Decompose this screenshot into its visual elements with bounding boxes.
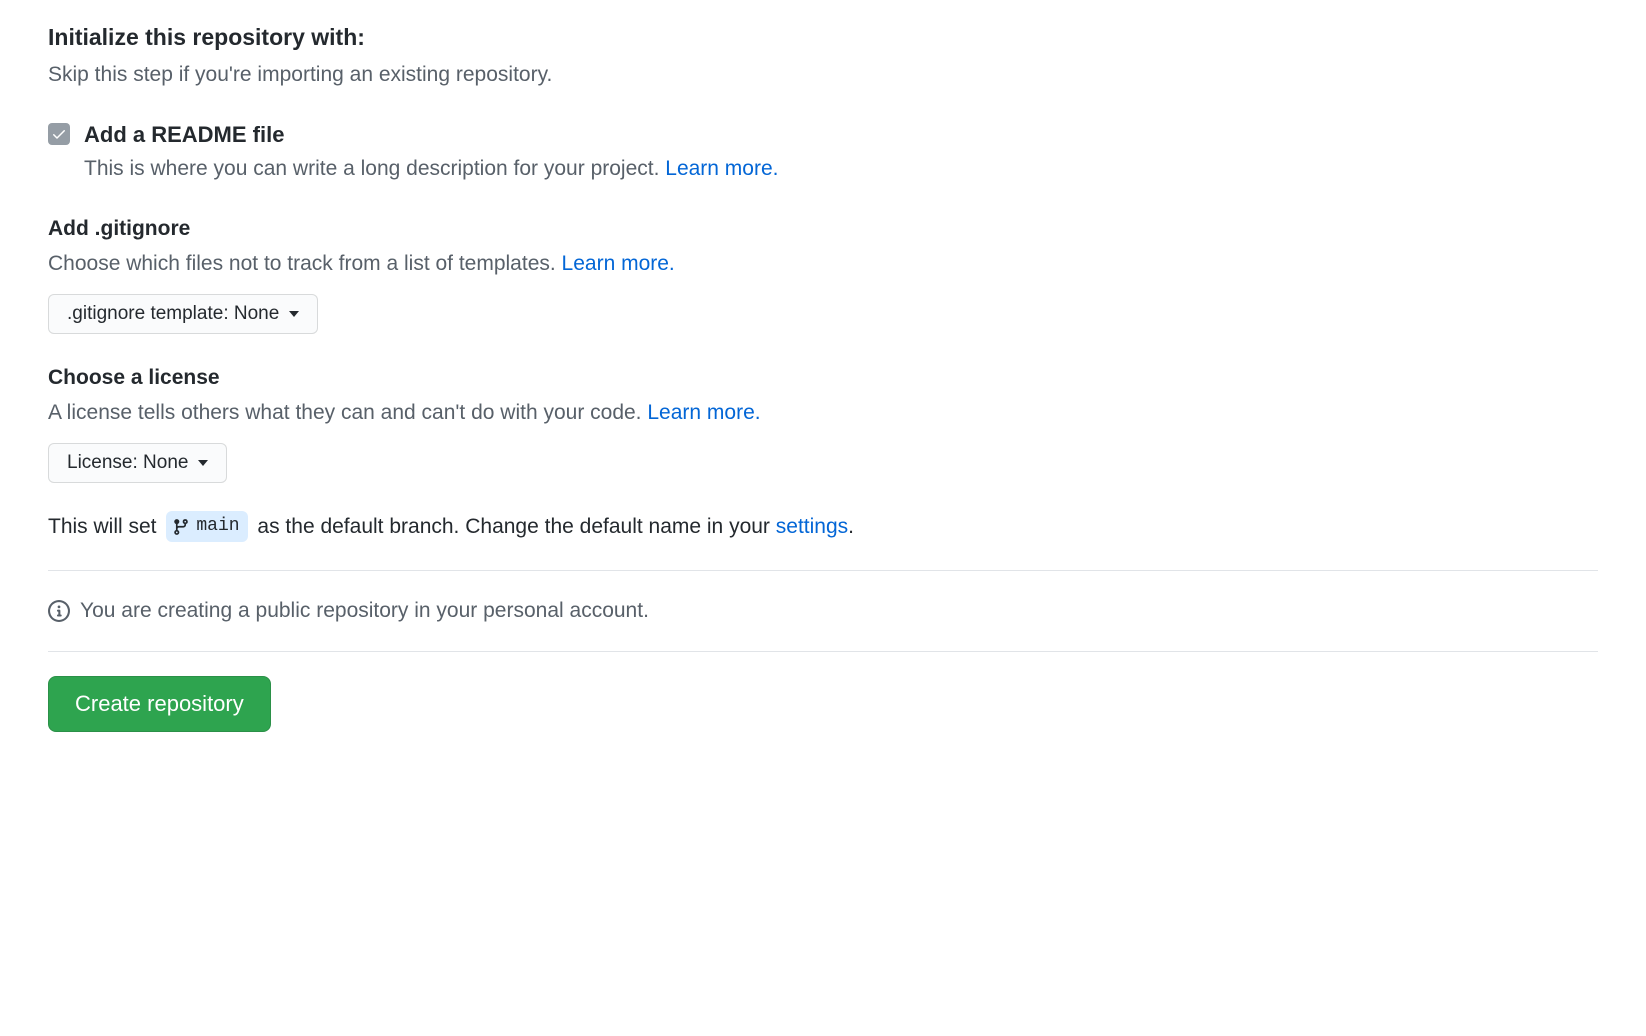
branch-name: main	[196, 513, 239, 540]
license-learn-more-link[interactable]: Learn more.	[647, 401, 760, 424]
readme-checkbox[interactable]	[48, 123, 70, 145]
caret-down-icon	[289, 311, 299, 317]
divider	[48, 651, 1598, 652]
create-repository-button[interactable]: Create repository	[48, 676, 271, 732]
readme-desc-text: This is where you can write a long descr…	[84, 157, 665, 180]
license-title: Choose a license	[48, 362, 1598, 394]
readme-title: Add a README file	[84, 118, 1598, 151]
license-dropdown-label: License: None	[67, 452, 188, 474]
license-section: Choose a license A license tells others …	[48, 362, 1598, 483]
gitignore-template-dropdown[interactable]: .gitignore template: None	[48, 294, 318, 334]
initialize-heading: Initialize this repository with:	[48, 20, 1598, 55]
initialize-subtext: Skip this step if you're importing an ex…	[48, 59, 1598, 91]
gitignore-desc-text: Choose which files not to track from a l…	[48, 252, 562, 275]
branch-suffix-text: as the default branch. Change the defaul…	[252, 515, 776, 538]
branch-badge: main	[166, 511, 247, 542]
git-branch-icon	[172, 518, 190, 536]
branch-prefix-text: This will set	[48, 515, 162, 538]
info-icon	[48, 600, 70, 622]
license-dropdown[interactable]: License: None	[48, 443, 227, 483]
info-notice-row: You are creating a public repository in …	[48, 571, 1598, 651]
branch-period: .	[848, 515, 854, 538]
readme-option-row: Add a README file This is where you can …	[48, 118, 1598, 185]
info-notice-text: You are creating a public repository in …	[80, 595, 649, 627]
gitignore-learn-more-link[interactable]: Learn more.	[562, 252, 675, 275]
license-desc-text: A license tells others what they can and…	[48, 401, 647, 424]
initialize-section: Initialize this repository with: Skip th…	[48, 20, 1598, 732]
caret-down-icon	[198, 460, 208, 466]
readme-learn-more-link[interactable]: Learn more.	[665, 157, 778, 180]
default-branch-notice: This will set main as the default branch…	[48, 511, 1598, 543]
gitignore-description: Choose which files not to track from a l…	[48, 248, 1598, 280]
gitignore-title: Add .gitignore	[48, 213, 1598, 245]
check-icon	[51, 126, 67, 142]
gitignore-section: Add .gitignore Choose which files not to…	[48, 213, 1598, 334]
settings-link[interactable]: settings	[776, 515, 848, 538]
readme-description: This is where you can write a long descr…	[84, 153, 1598, 185]
gitignore-dropdown-label: .gitignore template: None	[67, 303, 279, 325]
license-description: A license tells others what they can and…	[48, 397, 1598, 429]
